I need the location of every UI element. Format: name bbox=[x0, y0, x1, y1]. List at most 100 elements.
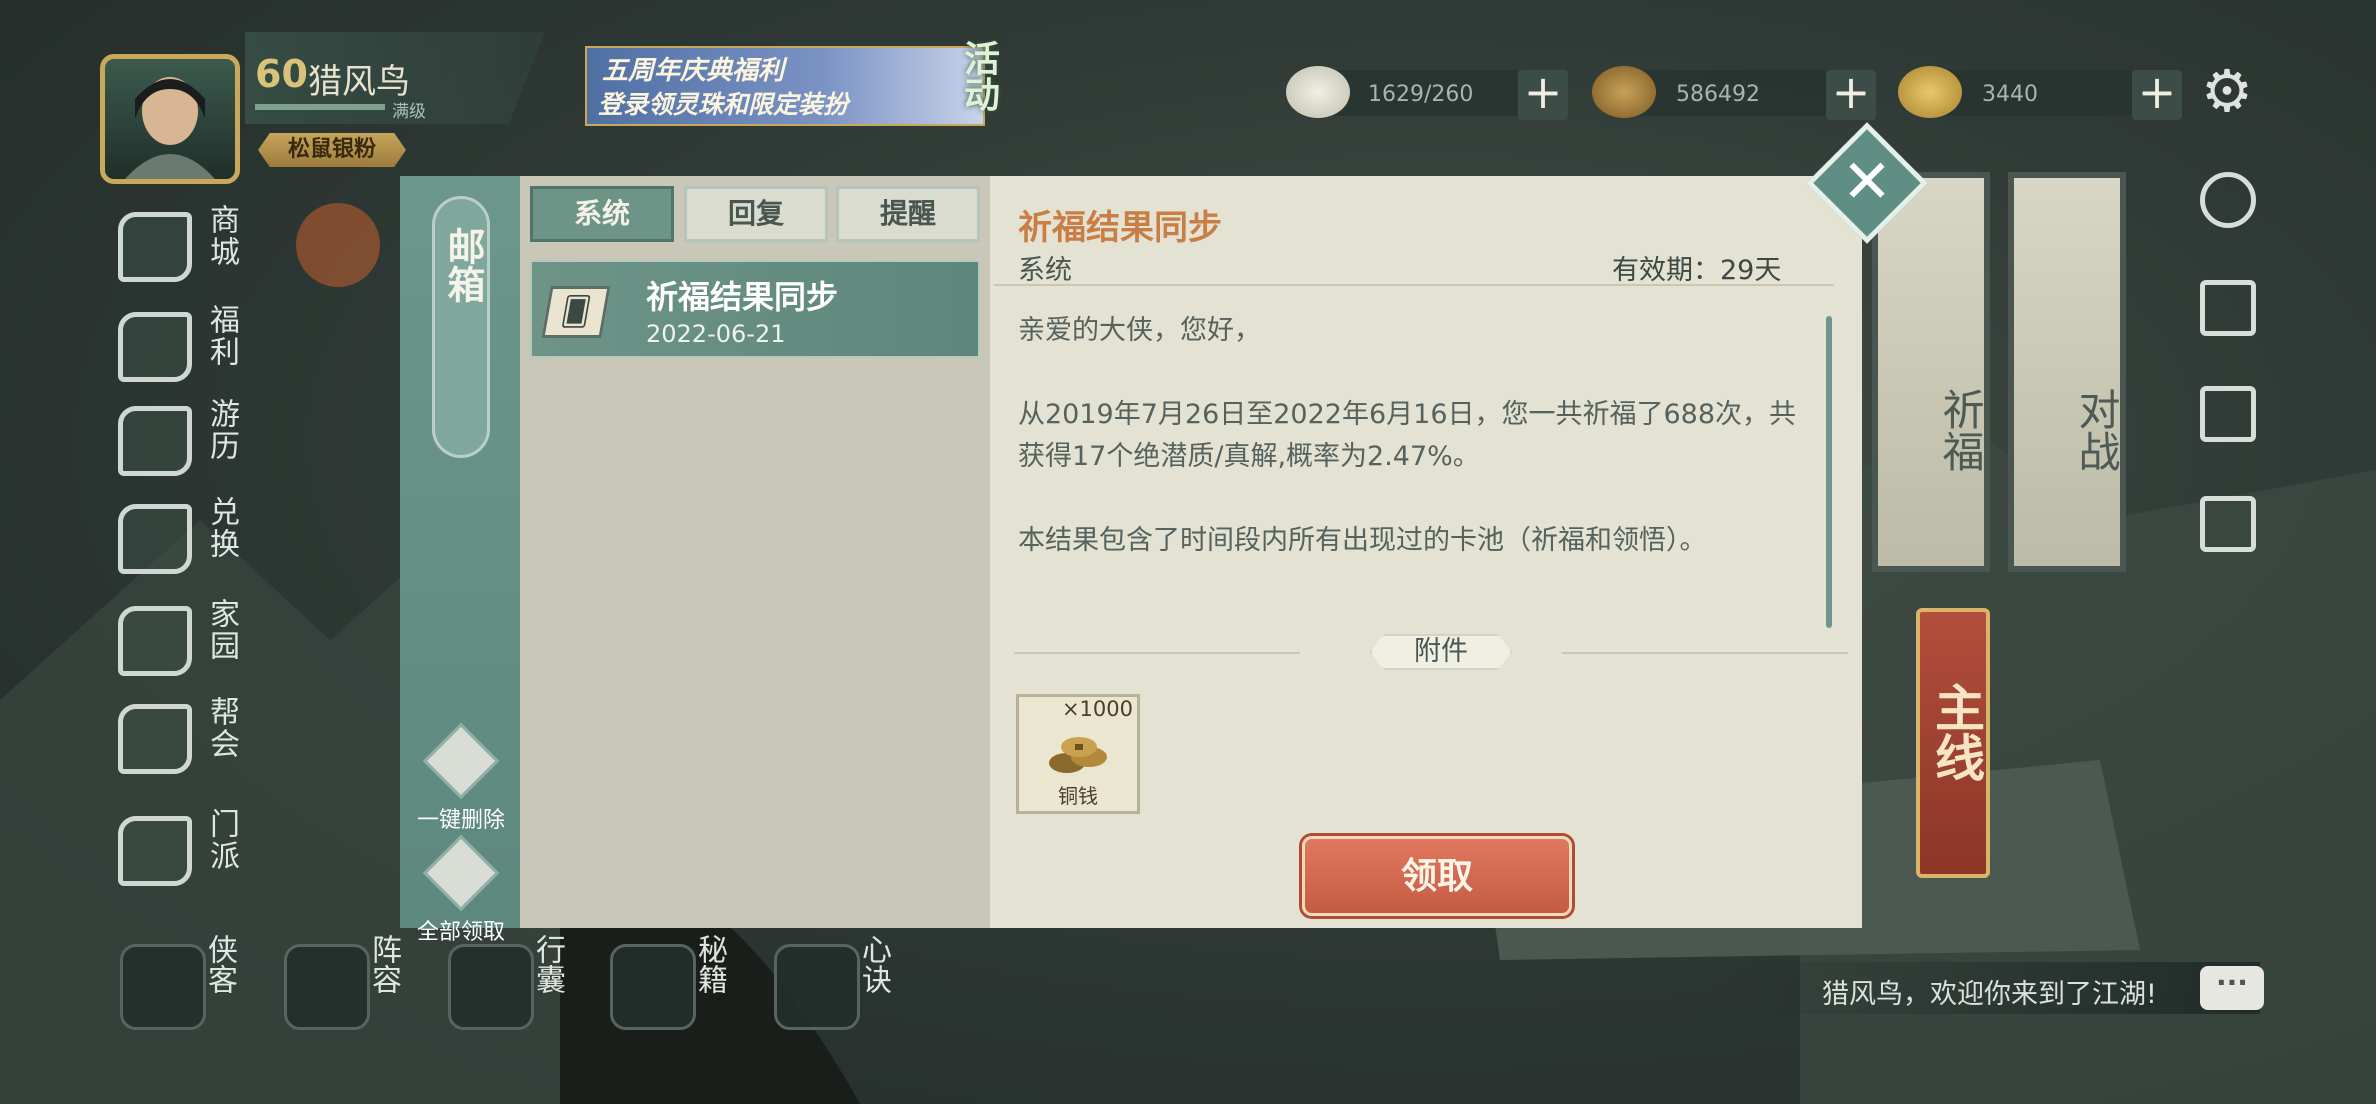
shop-icon bbox=[118, 212, 192, 282]
player-name: 猎风鸟 bbox=[308, 62, 410, 102]
gold-ingot-icon bbox=[1898, 66, 1962, 118]
content-divider bbox=[994, 284, 1834, 286]
attachment-quantity: ×1000 bbox=[1061, 697, 1133, 721]
guild-icon bbox=[118, 704, 192, 774]
event-banner-line1: 五周年庆典福利 bbox=[602, 56, 785, 86]
menu-home-label: 家园 bbox=[204, 598, 239, 662]
handshake-icon[interactable] bbox=[2200, 172, 2256, 228]
delete-all-button[interactable]: 一键删除 bbox=[402, 722, 520, 834]
add-bun-button[interactable]: + bbox=[1518, 69, 1568, 120]
menu-shop-label: 商城 bbox=[204, 204, 239, 268]
main-quest-scroll[interactable]: 主线 bbox=[1916, 608, 1990, 878]
player-level: 60 bbox=[255, 52, 308, 96]
chat-message: 猎风鸟，欢迎你来到了江湖! bbox=[1822, 979, 2157, 1010]
menu-sect[interactable]: 门派 bbox=[118, 808, 239, 890]
attachment-divider-right bbox=[1562, 652, 1848, 654]
claim-all-label: 全部领取 bbox=[416, 920, 505, 945]
pray-scroll[interactable]: 祈福 bbox=[1872, 172, 1990, 572]
title-badge[interactable]: 松鼠银粉 bbox=[258, 133, 406, 167]
main-quest-label: 主线 bbox=[1927, 682, 1986, 782]
mind-icon bbox=[774, 944, 860, 1030]
avatar-figure-icon bbox=[125, 77, 215, 179]
event-tag[interactable]: 活动 bbox=[945, 40, 1005, 140]
mailbox-title-tag: 邮箱 bbox=[432, 196, 490, 458]
nav-bag[interactable]: 行囊 bbox=[448, 934, 598, 1034]
mail-cards-icon: 🂠 bbox=[541, 286, 611, 338]
tab-reminder[interactable]: 提醒 bbox=[836, 186, 980, 242]
nav-formation-label: 阵容 bbox=[366, 934, 401, 994]
mail-content-title: 祈福结果同步 bbox=[1018, 208, 1222, 248]
checklist-icon[interactable] bbox=[2200, 496, 2256, 552]
attachment-divider-left bbox=[1014, 652, 1300, 654]
copper-coin-icon bbox=[1049, 737, 1107, 773]
resource-value-0: 1629/260 bbox=[1368, 82, 1474, 107]
content-scrollbar[interactable] bbox=[1826, 316, 1832, 628]
tab-reply[interactable]: 回复 bbox=[684, 186, 828, 242]
claim-all-button[interactable]: 全部领取 bbox=[402, 834, 520, 946]
menu-exchange[interactable]: 兑换 bbox=[118, 496, 239, 578]
menu-travel-label: 游历 bbox=[204, 398, 239, 462]
resource-value-1: 586492 bbox=[1676, 82, 1760, 107]
book-icon[interactable] bbox=[2200, 280, 2256, 336]
delete-all-label: 一键删除 bbox=[416, 808, 505, 833]
gear-icon[interactable]: ⚙ bbox=[2198, 62, 2256, 120]
add-coin-button[interactable]: + bbox=[1826, 69, 1876, 120]
nav-mind[interactable]: 心诀 bbox=[774, 934, 924, 1034]
welfare-icon bbox=[118, 312, 192, 382]
nav-mind-label: 心诀 bbox=[856, 934, 891, 994]
home-icon bbox=[118, 606, 192, 676]
nav-hero-label: 侠客 bbox=[202, 934, 237, 994]
pray-scroll-label: 祈福 bbox=[1936, 388, 1985, 472]
menu-guild-label: 帮会 bbox=[204, 696, 239, 760]
nav-formation[interactable]: 阵容 bbox=[284, 934, 434, 1034]
copper-coin-icon bbox=[1592, 66, 1656, 118]
mailbox-title: 邮箱 bbox=[441, 227, 486, 303]
resource-value-2: 3440 bbox=[1982, 82, 2038, 107]
battle-scroll-label: 对战 bbox=[2072, 388, 2121, 472]
manual-icon bbox=[610, 944, 696, 1030]
player-avatar[interactable] bbox=[100, 54, 240, 184]
menu-welfare-label: 福利 bbox=[204, 304, 239, 368]
claim-all-icon bbox=[422, 834, 500, 912]
menu-travel[interactable]: 游历 bbox=[118, 398, 239, 480]
mail-paragraph: 亲爱的大侠，您好， bbox=[1018, 315, 1261, 346]
menu-shop[interactable]: 商城 bbox=[118, 204, 239, 286]
menu-sect-label: 门派 bbox=[204, 808, 239, 872]
tab-system[interactable]: 系统 bbox=[530, 186, 674, 242]
chat-bubble-icon[interactable]: ··· bbox=[2200, 966, 2264, 1010]
nav-hero[interactable]: 侠客 bbox=[120, 934, 270, 1034]
menu-welfare[interactable]: 福利 bbox=[118, 304, 239, 386]
mail-item-title: 祈福结果同步 bbox=[646, 278, 839, 316]
hero-icon bbox=[120, 944, 206, 1030]
menu-home[interactable]: 家园 bbox=[118, 598, 239, 680]
mail-sender: 系统 bbox=[1018, 255, 1072, 286]
nav-manual[interactable]: 秘籍 bbox=[610, 934, 760, 1034]
mail-body: 亲爱的大侠，您好， 从2019年7月26日至2022年6月16日，您一共祈福了6… bbox=[1018, 310, 1818, 604]
attachments-label: 附件 bbox=[1370, 634, 1512, 670]
bag-icon bbox=[448, 944, 534, 1030]
exp-label: 满级 bbox=[392, 102, 426, 122]
mail-paragraph: 本结果包含了时间段内所有出现过的卡池（祈福和领悟）。 bbox=[1018, 525, 1707, 556]
close-icon: ✕ bbox=[1841, 147, 1893, 217]
sect-icon bbox=[118, 816, 192, 886]
scroll-icon[interactable] bbox=[2200, 386, 2256, 442]
menu-exchange-label: 兑换 bbox=[204, 496, 239, 560]
trash-icon bbox=[422, 722, 500, 800]
add-gold-button[interactable]: + bbox=[2132, 69, 2182, 120]
bun-icon bbox=[1286, 66, 1350, 118]
battle-scroll[interactable]: 对战 bbox=[2008, 172, 2126, 572]
attachment-name: 铜钱 bbox=[1058, 784, 1098, 808]
exp-bar bbox=[255, 104, 385, 110]
mail-paragraph: 从2019年7月26日至2022年6月16日，您一共祈福了688次，共获得17个… bbox=[1018, 399, 1797, 472]
claim-button[interactable]: 领取 bbox=[1302, 836, 1572, 916]
horse-icon bbox=[118, 406, 192, 476]
mail-validity: 有效期：29天 bbox=[1612, 255, 1782, 286]
nav-bag-label: 行囊 bbox=[530, 934, 565, 994]
menu-guild[interactable]: 帮会 bbox=[118, 696, 239, 778]
exchange-icon bbox=[118, 504, 192, 574]
attachment-item[interactable]: ×1000 铜钱 bbox=[1016, 694, 1140, 814]
nav-manual-label: 秘籍 bbox=[692, 934, 727, 994]
mail-list-item[interactable]: 🂠 祈福结果同步 2022-06-21 bbox=[530, 260, 980, 358]
event-banner-line2: 登录领灵珠和限定装扮 bbox=[598, 90, 849, 119]
formation-icon bbox=[284, 944, 370, 1030]
